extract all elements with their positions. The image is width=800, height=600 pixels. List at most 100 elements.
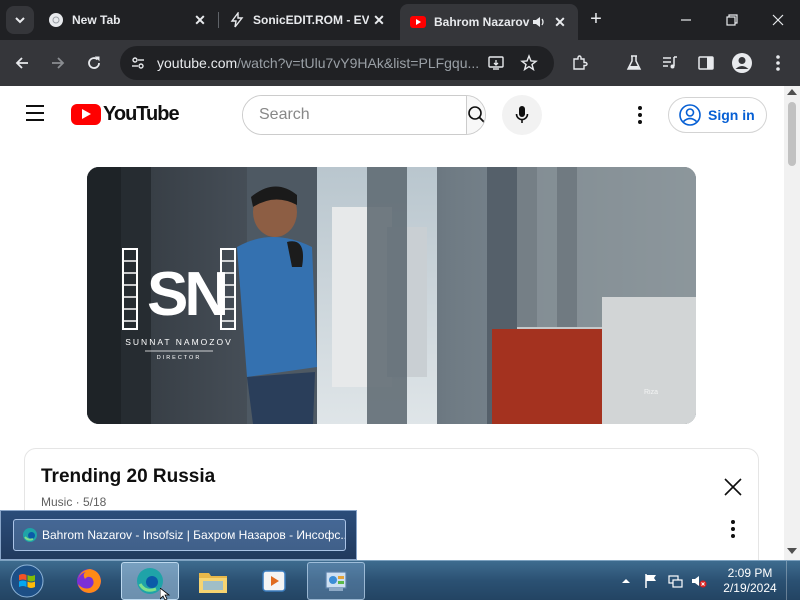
search-input[interactable] — [243, 96, 466, 134]
bookmark-star-icon[interactable] — [520, 54, 538, 72]
new-tab-button[interactable]: + — [584, 8, 608, 32]
firefox-icon — [77, 569, 101, 593]
reload-button[interactable] — [80, 49, 108, 77]
hamburger-icon — [26, 119, 44, 121]
scroll-down-arrow-icon[interactable] — [787, 548, 797, 554]
video-logo-name: SUNNAT NAMOZOV — [125, 337, 233, 347]
page-scrollbar[interactable] — [784, 86, 800, 560]
youtube-play-icon — [71, 104, 101, 125]
playlist-more-button[interactable] — [725, 517, 741, 541]
action-center-icon[interactable] — [643, 573, 659, 589]
tab-title: New Tab — [72, 13, 121, 27]
close-window-button[interactable] — [766, 8, 790, 32]
youtube-logo[interactable]: YouTube — [71, 103, 180, 126]
music-queue-icon — [663, 56, 677, 69]
arrow-left-icon — [15, 57, 28, 69]
minimize-button[interactable] — [674, 8, 698, 32]
voice-search-button[interactable] — [502, 95, 542, 135]
taskbar-preview-title: Bahrom Nazarov - Insofsiz | Бахром Назар… — [42, 528, 346, 542]
taskbar-clock[interactable]: 2:09 PM 2/19/2024 — [716, 566, 784, 596]
microphone-icon — [515, 106, 529, 123]
tab-title: Bahrom Nazarov — [434, 15, 530, 29]
chevron-down-icon — [15, 17, 25, 24]
clock-time: 2:09 PM — [727, 566, 773, 580]
profile-button[interactable] — [728, 49, 756, 77]
close-tab-icon[interactable]: ✕ — [190, 10, 210, 30]
flask-icon — [626, 55, 642, 70]
profile-avatar-icon — [732, 53, 752, 73]
show-desktop-button[interactable] — [786, 561, 800, 600]
back-button[interactable] — [8, 49, 36, 77]
youtube-page: YouTube Sign in — [0, 86, 784, 560]
close-tab-icon[interactable]: ✕ — [369, 10, 389, 30]
search-box — [242, 95, 486, 135]
labs-button[interactable] — [620, 49, 648, 77]
tab-search-button[interactable] — [6, 6, 34, 34]
restore-icon — [726, 14, 738, 26]
chrome-icon — [48, 12, 64, 28]
mouse-cursor-icon — [160, 588, 171, 600]
taskbar-media-player[interactable] — [245, 562, 303, 600]
guide-menu-button[interactable] — [26, 105, 46, 121]
address-bar[interactable]: youtube.com/watch?v=tUlu7vY9HAk&list=PLF… — [120, 46, 554, 80]
taskbar: 2:09 PM 2/19/2024 — [0, 560, 800, 600]
taskbar-firefox[interactable] — [60, 562, 118, 600]
close-icon — [724, 478, 742, 496]
forward-button[interactable] — [44, 49, 72, 77]
volume-muted-icon[interactable] — [691, 573, 707, 589]
video-logo-role: DIRECTOR — [157, 355, 202, 361]
video-logo-text: SN — [147, 260, 225, 329]
sign-in-label: Sign in — [708, 107, 755, 123]
scroll-thumb[interactable] — [788, 102, 796, 166]
kebab-menu-icon — [776, 55, 780, 71]
chrome-menu-button[interactable] — [764, 49, 792, 77]
url-text: youtube.com/watch?v=tUlu7vY9HAk&list=PLF… — [157, 55, 479, 71]
tab-sonicedit[interactable]: SonicEDIT.ROM - EV ✕ — [219, 4, 397, 36]
dot-icon — [731, 534, 735, 538]
restore-button[interactable] — [720, 8, 744, 32]
network-icon[interactable] — [667, 573, 683, 589]
site-info-icon[interactable] — [130, 55, 146, 71]
url-host: youtube.com — [157, 55, 238, 71]
edge-icon — [23, 528, 37, 542]
extensions-button[interactable] — [566, 49, 594, 77]
windows-logo-icon — [10, 564, 44, 598]
tab-strip: New Tab ✕ SonicEDIT.ROM - EV ✕ Bahrom Na… — [0, 0, 800, 40]
hamburger-icon — [26, 105, 44, 107]
side-panel-button[interactable] — [692, 49, 720, 77]
youtube-icon — [410, 14, 426, 30]
close-tab-icon[interactable]: ✕ — [550, 12, 570, 32]
tab-title: SonicEDIT.ROM - EV — [253, 13, 369, 27]
install-app-icon[interactable] — [487, 54, 505, 72]
dot-icon — [638, 120, 642, 124]
dot-icon — [731, 527, 735, 531]
arrow-right-icon — [52, 57, 65, 69]
media-controls-button[interactable] — [656, 49, 684, 77]
speaker-icon[interactable] — [530, 13, 548, 31]
video-player[interactable]: SN SUNNAT NAMOZOV DIRECTOR Riza — [87, 167, 696, 424]
video-watermark: Riza — [644, 389, 658, 396]
taskbar-explorer[interactable] — [184, 562, 242, 600]
settings-menu-button[interactable] — [628, 103, 652, 127]
tab-new-tab[interactable]: New Tab ✕ — [38, 4, 218, 36]
taskbar-preview-window[interactable]: Bahrom Nazarov - Insofsiz | Бахром Назар… — [13, 519, 346, 551]
tab-bahrom-nazarov[interactable]: Bahrom Nazarov ✕ — [400, 4, 578, 40]
taskbar-preview-popup: Bahrom Nazarov - Insofsiz | Бахром Назар… — [0, 510, 357, 560]
close-playlist-button[interactable] — [721, 475, 745, 499]
show-hidden-icons-button[interactable] — [620, 573, 632, 589]
taskbar-control-panel[interactable] — [307, 562, 365, 600]
side-panel-icon — [698, 56, 714, 70]
dot-icon — [731, 520, 735, 524]
bolt-icon — [229, 12, 245, 28]
chevron-up-icon — [622, 579, 630, 583]
close-icon — [772, 14, 784, 26]
sign-in-button[interactable]: Sign in — [668, 97, 767, 133]
start-button[interactable] — [7, 562, 47, 600]
playlist-title[interactable]: Trending 20 Russia — [41, 466, 215, 488]
youtube-logo-text: YouTube — [103, 103, 180, 125]
account-circle-icon — [679, 104, 701, 126]
minimize-icon — [681, 19, 691, 21]
search-button[interactable] — [466, 96, 485, 134]
scroll-up-arrow-icon[interactable] — [787, 89, 797, 95]
hamburger-icon — [26, 112, 44, 114]
